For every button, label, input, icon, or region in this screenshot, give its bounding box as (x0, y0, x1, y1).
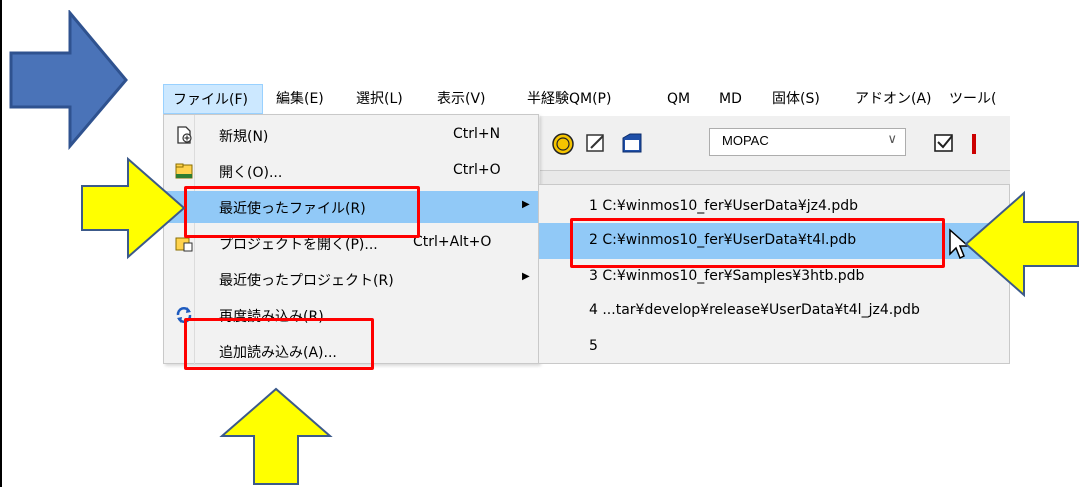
toolbar-overflow-icon (972, 134, 976, 154)
recent-file-item-label: 5 (589, 338, 598, 354)
menu-item-new-label: 新規(N) (219, 129, 269, 145)
menu-addon[interactable]: アドオン(A) (855, 84, 932, 114)
menu-select[interactable]: 選択(L) (356, 84, 403, 114)
new-file-icon (177, 126, 192, 144)
menu-item-recent-projects-label: 最近使ったプロジェクト(R) (219, 273, 394, 289)
menu-item-open[interactable]: 開く(O)... Ctrl+O (164, 155, 538, 187)
submenu-arrow-icon: ▶ (522, 199, 530, 210)
edit-icon[interactable] (585, 132, 607, 154)
left-border (0, 0, 2, 487)
toolbar: MOPAC ∨ (540, 116, 1010, 170)
menu-item-new[interactable]: 新規(N) Ctrl+N (164, 119, 538, 151)
highlight-box-append-load (184, 318, 374, 370)
highlight-box-recent-files (184, 186, 420, 238)
menu-semiempirical-qm[interactable]: 半経験QM(P) (527, 84, 611, 114)
engine-select-value: MOPAC (722, 133, 769, 148)
tab-strip (540, 170, 1010, 185)
blue-arrow-annotation (9, 10, 128, 150)
highlight-box-t4l-file (570, 218, 945, 268)
recent-file-item-label: 3 C:¥winmos10_fer¥Samples¥3htb.pdb (589, 268, 865, 284)
menu-item-open-shortcut: Ctrl+O (453, 162, 501, 178)
checkbox-icon[interactable] (933, 132, 955, 154)
menu-md[interactable]: MD (719, 84, 742, 114)
menu-edit[interactable]: 編集(E) (276, 84, 324, 114)
recent-files-submenu: 1 C:¥winmos10_fer¥UserData¥jz4.pdb 2 C:¥… (538, 184, 1010, 364)
menu-qm[interactable]: QM (667, 84, 690, 114)
menu-bar: ファイル(F) 編集(E) 選択(L) 表示(V) 半経験QM(P) QM MD… (163, 84, 1009, 114)
menu-file[interactable]: ファイル(F) (163, 84, 263, 114)
menu-item-open-label: 開く(O)... (219, 165, 283, 181)
recent-file-item-label: 1 C:¥winmos10_fer¥UserData¥jz4.pdb (589, 198, 858, 214)
chevron-down-icon: ∨ (887, 132, 897, 147)
menu-view[interactable]: 表示(V) (437, 84, 486, 114)
yellow-arrow-right-annotation (81, 156, 186, 260)
recent-file-item-label: 4 ...tar¥develop¥release¥UserData¥t4l_jz… (589, 302, 920, 318)
submenu-arrow-icon: ▶ (522, 271, 530, 282)
coin-icon[interactable] (551, 132, 575, 156)
menu-tools[interactable]: ツール( (949, 84, 996, 114)
window-icon[interactable] (620, 132, 644, 154)
menu-item-new-shortcut: Ctrl+N (453, 126, 501, 142)
yellow-arrow-up-annotation (219, 387, 333, 485)
yellow-arrow-left-annotation (964, 190, 1079, 298)
recent-file-item[interactable]: 4 ...tar¥develop¥release¥UserData¥t4l_jz… (539, 293, 1009, 329)
menu-item-open-project-shortcut: Ctrl+Alt+O (413, 234, 492, 250)
engine-select[interactable]: MOPAC ∨ (709, 128, 906, 156)
menu-item-recent-projects[interactable]: 最近使ったプロジェクト(R) ▶ (164, 263, 538, 295)
recent-file-item[interactable]: 5 (539, 329, 1009, 365)
menu-solid[interactable]: 固体(S) (772, 84, 820, 114)
